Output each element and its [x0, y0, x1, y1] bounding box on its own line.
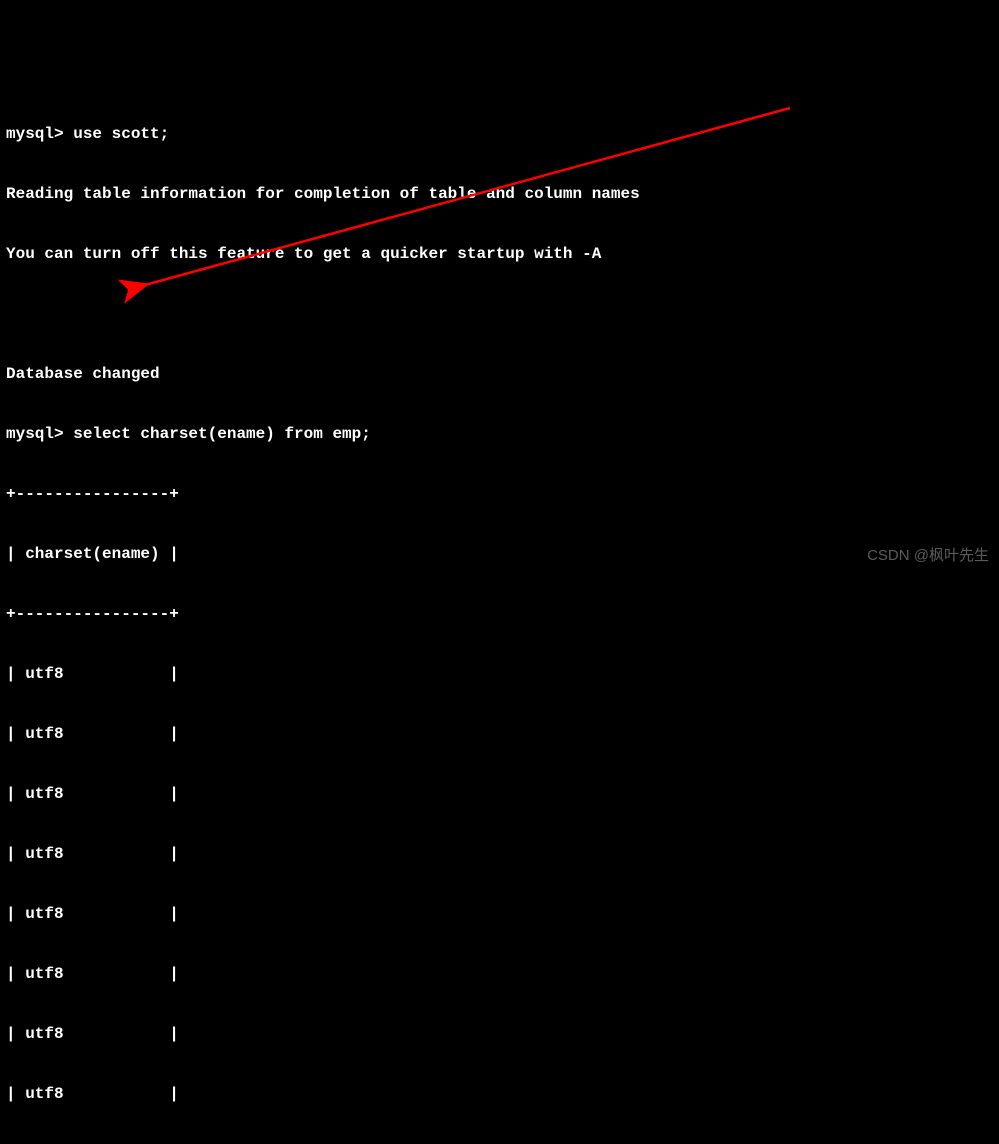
table-row: | utf8 |: [6, 904, 993, 924]
terminal-line: You can turn off this feature to get a q…: [6, 244, 993, 264]
terminal-line: Database changed: [6, 364, 993, 384]
terminal-line: Reading table information for completion…: [6, 184, 993, 204]
watermark-text: CSDN @枫叶先生: [867, 547, 989, 566]
table-row: | utf8 |: [6, 1084, 993, 1104]
table-row: | utf8 |: [6, 844, 993, 864]
table-row: | utf8 |: [6, 724, 993, 744]
table-border: +----------------+: [6, 604, 993, 624]
terminal-line: mysql> select charset(ename) from emp;: [6, 424, 993, 444]
table-row: | utf8 |: [6, 664, 993, 684]
table-header: | charset(ename) |: [6, 544, 993, 564]
terminal-line: mysql> use scott;: [6, 124, 993, 144]
terminal-output[interactable]: mysql> use scott; Reading table informat…: [6, 84, 993, 1144]
table-row: | utf8 |: [6, 1024, 993, 1044]
table-row: | utf8 |: [6, 784, 993, 804]
table-row: | utf8 |: [6, 964, 993, 984]
table-border: +----------------+: [6, 484, 993, 504]
terminal-line: [6, 304, 993, 324]
